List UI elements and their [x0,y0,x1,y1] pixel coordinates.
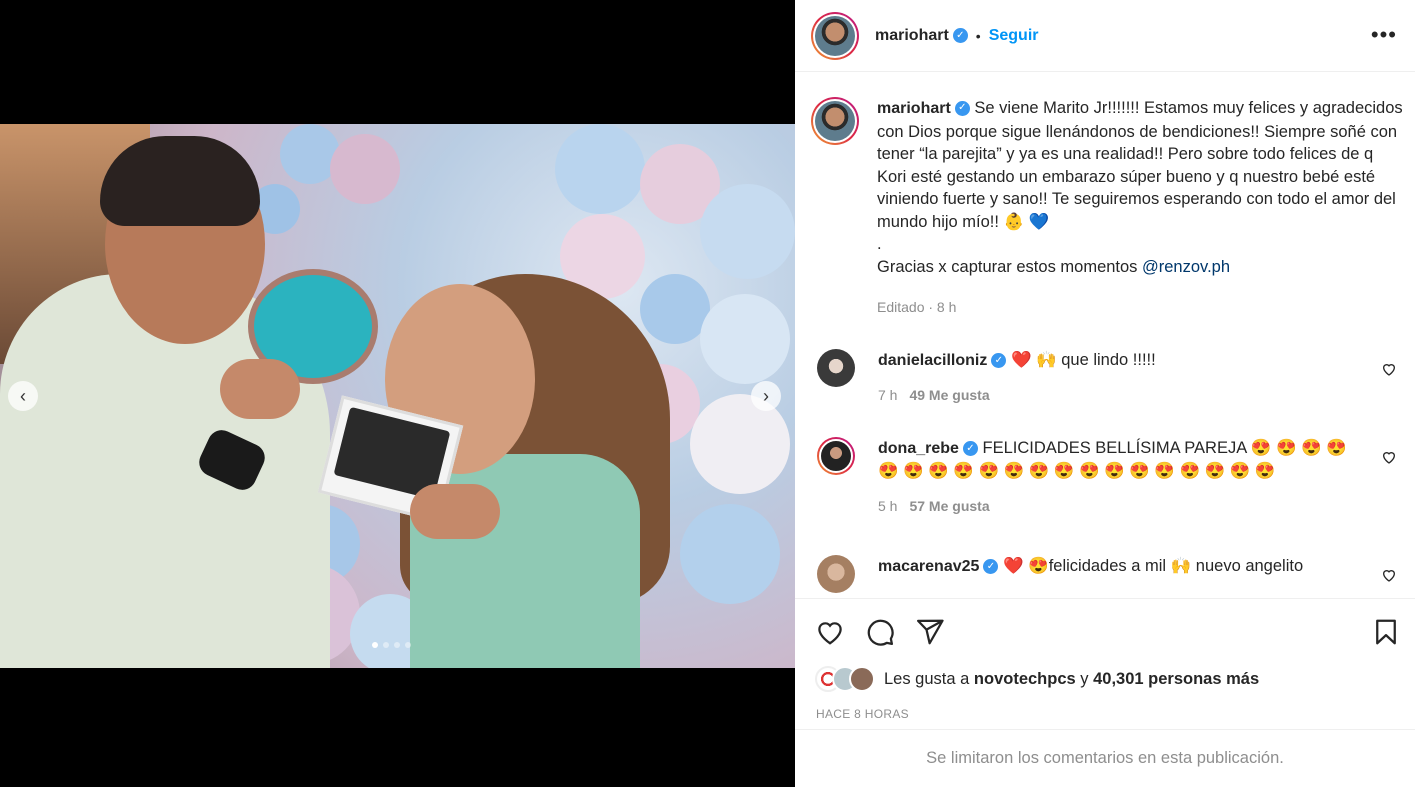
comment-likes[interactable]: 57 Me gusta [909,498,989,514]
post-sidebar: mariohart ✓ • Seguir ••• mariohart ✓ Se v… [795,0,1415,787]
mention-link[interactable]: @renzov.ph [1142,258,1230,276]
caption-text: Se viene Marito Jr!!!!!!! Estamos muy fe… [877,99,1403,231]
comment-avatar[interactable] [817,555,855,593]
comment-time: 7 h [878,387,898,403]
post-caption: mariohart ✓ Se viene Marito Jr!!!!!!! Est… [811,97,1407,319]
liker-avatar[interactable] [849,666,875,692]
likes-prefix: Les gusta a [884,669,974,688]
like-comment-icon[interactable] [1381,361,1397,377]
post-timestamp[interactable]: HACE 8 HORAS [816,707,909,721]
comment-item: dona_rebe ✓ FELICIDADES BELLÍSIMA PAREJA … [817,437,1407,514]
like-icon[interactable] [815,617,845,647]
verified-badge-icon: ✓ [962,441,978,457]
carousel-prev-button[interactable]: ‹ [8,381,38,411]
comment-username[interactable]: macarenav25 [878,558,979,575]
likes-user[interactable]: novotechpcs [974,670,1076,688]
likes-middle: y [1075,669,1094,688]
likes-summary: Les gusta a novotechpcs y 40,301 persona… [815,666,1259,692]
post-media: ‹ › [0,0,795,787]
comments-section: mariohart ✓ Se viene Marito Jr!!!!!!! Est… [795,73,1415,597]
author-avatar[interactable] [811,11,859,60]
carousel-dot [383,642,389,648]
separator-bullet: • [975,27,981,44]
post-actions [795,598,1415,662]
verified-badge-icon: ✓ [954,101,970,117]
share-icon[interactable] [915,617,945,647]
comment-text: ❤️ 😍felicidades a mil 🙌 nuevo angelito [1003,557,1304,575]
more-options-icon[interactable]: ••• [1371,22,1397,48]
chevron-right-icon: › [763,385,769,406]
comment-avatar[interactable] [817,437,855,475]
comments-limited-notice: Se limitaron los comentarios en esta pub… [795,729,1415,787]
carousel-dot [405,642,411,648]
carousel-dot [372,642,378,648]
comment-avatar[interactable] [817,349,855,387]
comment-username[interactable]: dona_rebe [878,440,959,457]
verified-badge-icon: ✓ [991,353,1007,369]
caption-meta: Editado · 8 h [877,299,957,315]
verified-badge-icon: ✓ [952,28,968,43]
comment-time: 5 h [878,498,898,514]
follow-button[interactable]: Seguir [989,27,1039,45]
comment-item: macarenav25 ✓ ❤️ 😍felicidades a mil 🙌 nue… [817,555,1407,593]
comment-text: ❤️ 🙌 que lindo !!!!! [1010,351,1156,369]
likes-count[interactable]: 40,301 personas más [1093,670,1259,688]
chevron-left-icon: ‹ [20,385,26,406]
carousel-dot [394,642,400,648]
save-bookmark-icon[interactable] [1371,617,1401,647]
caption-username[interactable]: mariohart [877,100,951,117]
caption-thanks: Gracias x capturar estos momentos [877,257,1143,276]
carousel-indicator [372,642,411,648]
post-header: mariohart ✓ • Seguir ••• [795,0,1415,72]
comment-likes[interactable]: 49 Me gusta [909,387,989,403]
caption-avatar[interactable] [811,97,859,145]
verified-badge-icon: ✓ [983,559,999,575]
like-comment-icon[interactable] [1381,567,1397,583]
carousel-next-button[interactable]: › [751,381,781,411]
caption-dot: . [877,235,882,253]
author-username[interactable]: mariohart [875,27,949,45]
comment-item: danielacilloniz ✓ ❤️ 🙌 que lindo !!!!! 7 … [817,349,1407,403]
comment-icon[interactable] [865,617,895,647]
like-comment-icon[interactable] [1381,449,1397,465]
comment-username[interactable]: danielacilloniz [878,352,987,369]
post-photo[interactable] [0,124,795,668]
